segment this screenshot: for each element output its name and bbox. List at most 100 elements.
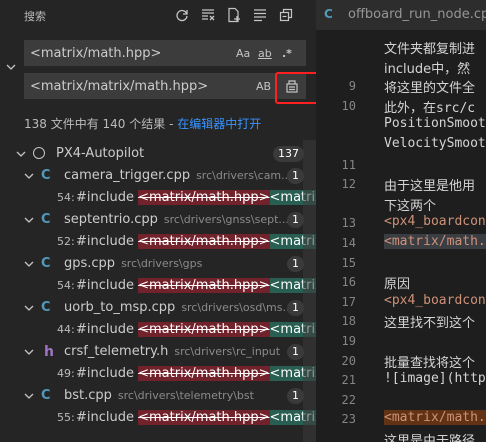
cpp-file-icon: C: [41, 300, 51, 315]
code-line: 此外，在src/c: [384, 101, 476, 116]
match-text: #include <matrix/math.hpp><matrix...: [76, 234, 316, 249]
cpp-file-icon: C: [41, 168, 51, 183]
results-summary: 138 文件中有 140 个结果 - 在编辑器中打开: [24, 115, 261, 132]
match-prefix: #include: [76, 234, 139, 249]
file-name: septentrio.cpp src\drivers\gnss\sept...: [64, 212, 289, 227]
file-path: src\drivers\gnss\sept...: [163, 213, 289, 226]
line-number: 12: [341, 177, 356, 191]
code-line: 原因: [384, 277, 411, 292]
match-prefix: #include: [76, 278, 139, 293]
match-row[interactable]: 49:#include <matrix/math.hpp><matrix...: [0, 363, 316, 385]
match-row[interactable]: 52:#include <matrix/math.hpp><matrix...: [0, 231, 316, 253]
line-number: 19: [341, 334, 356, 348]
file-path: src\drivers\rc_input: [174, 345, 281, 358]
match-text: #include <matrix/math.hpp><matrix...: [76, 410, 316, 425]
file-count-badge: 1: [287, 300, 304, 316]
match-line-number: 52:: [57, 235, 75, 248]
match-removed: <matrix/math.hpp>: [138, 190, 270, 205]
code-line: <matrix/math.: [384, 234, 486, 249]
file-row[interactable]: Cbst.cpp src\drivers\telemetry\bst 1: [0, 385, 316, 407]
file-name: uorb_to_msp.cpp src\drivers\osd\ms...: [64, 300, 293, 315]
cpp-file-icon: C: [324, 7, 333, 21]
preserve-case-toggle[interactable]: AB: [256, 76, 271, 96]
file-name: crsf_telemetry.h src\drivers\rc_input: [64, 344, 280, 359]
line-number: 22: [341, 393, 356, 407]
code-line: include中，然: [384, 62, 471, 77]
match-text: #include <matrix/math.hpp><matrix...: [76, 366, 316, 381]
line-number: 14: [341, 236, 356, 250]
match-line-number: 44:: [57, 323, 75, 336]
chevron-down-icon[interactable]: [22, 389, 36, 403]
match-removed: <matrix/math.hpp>: [138, 278, 270, 293]
chevron-down-icon[interactable]: [4, 60, 18, 74]
line-number: 11: [341, 158, 356, 172]
chevron-down-icon[interactable]: [22, 213, 36, 227]
file-name: camera_trigger.cpp src\drivers\cam...: [64, 168, 292, 183]
scrollbar[interactable]: [303, 140, 316, 442]
match-row[interactable]: 54:#include <matrix/math.hpp><matrix...: [0, 187, 316, 209]
folder-name: PX4-Autopilot: [56, 146, 145, 161]
new-search-editor-icon[interactable]: [224, 5, 244, 25]
file-row[interactable]: Cgps.cpp src\drivers\gps 1: [0, 253, 316, 275]
match-removed: <matrix/math.hpp>: [138, 322, 270, 337]
file-path: src\drivers\telemetry\bst: [117, 389, 254, 402]
match-row[interactable]: 54:#include <matrix/math.hpp><matrix...: [0, 275, 316, 297]
folder-row[interactable]: PX4-Autopilot 137: [0, 143, 316, 165]
search-input[interactable]: [24, 40, 220, 66]
code-line: 将这里的文件全: [384, 81, 476, 96]
file-name-text: bst.cpp: [64, 388, 112, 403]
match-removed: <matrix/math.hpp>: [138, 410, 270, 425]
match-case-toggle[interactable]: Aa: [236, 43, 250, 63]
file-count-badge: 1: [287, 388, 304, 404]
line-number: 18: [341, 314, 356, 328]
search-input-box: Aa ab .*: [24, 40, 306, 66]
line-number: 23: [341, 412, 356, 426]
line-number: 17: [341, 295, 356, 309]
tab-label: offboard_run_node.cpp: [348, 7, 486, 22]
match-prefix: #include: [76, 410, 139, 425]
file-count-badge: 1: [287, 344, 304, 360]
line-number: 20: [341, 354, 356, 368]
match-row[interactable]: 44:#include <matrix/math.hpp><matrix...: [0, 319, 316, 341]
highlight-annotation: [275, 72, 316, 104]
code-line: <px4_boardcon: [384, 214, 486, 229]
match-line-number: 54:: [57, 279, 75, 292]
match-whole-word-toggle[interactable]: ab: [258, 43, 272, 63]
match-text: #include <matrix/math.hpp><matrix...: [76, 278, 316, 293]
match-line-number: 49:: [57, 367, 75, 380]
match-removed: <matrix/math.hpp>: [138, 234, 270, 249]
code-line: PositionSmoot: [384, 116, 486, 131]
file-row[interactable]: Ccamera_trigger.cpp src\drivers\cam... 1: [0, 165, 316, 187]
line-number: 9: [348, 79, 356, 93]
line-number: 21: [341, 373, 356, 387]
match-line-number: 55:: [57, 411, 75, 424]
file-name-text: gps.cpp: [64, 256, 116, 271]
editor-tabbar: C offboard_run_node.cpp: [316, 0, 486, 30]
file-name-text: crsf_telemetry.h: [64, 344, 169, 359]
view-as-tree-icon[interactable]: [250, 5, 270, 25]
use-regex-toggle[interactable]: .*: [282, 43, 292, 63]
match-row[interactable]: 55:#include <matrix/math.hpp><matrix...: [0, 407, 316, 429]
match-text: #include <matrix/math.hpp><matrix...: [76, 322, 316, 337]
collapse-all-icon[interactable]: [276, 5, 296, 25]
editor-tab[interactable]: C offboard_run_node.cpp: [316, 0, 486, 30]
chevron-down-icon[interactable]: [22, 257, 36, 271]
replace-input[interactable]: [24, 73, 220, 99]
file-path: src\drivers\gps: [121, 257, 203, 270]
clear-results-icon[interactable]: [198, 5, 218, 25]
cpp-file-icon: C: [41, 388, 51, 403]
chevron-down-icon[interactable]: [14, 147, 28, 161]
match-line-number: 54:: [57, 191, 75, 204]
line-number-gutter: 9 10 11 12 13 14 15 16 17 18 19 20 21 22 23: [316, 30, 360, 442]
chevron-down-icon[interactable]: [22, 345, 36, 359]
file-row[interactable]: Cuorb_to_msp.cpp src\drivers\osd\ms... 1: [0, 297, 316, 319]
chevron-down-icon[interactable]: [22, 169, 36, 183]
file-row[interactable]: h crsf_telemetry.h src\drivers\rc_input 1: [0, 341, 316, 363]
results-count-text: 138 文件中有 140 个结果 -: [24, 117, 178, 131]
refresh-icon[interactable]: [172, 5, 192, 25]
chevron-down-icon[interactable]: [22, 301, 36, 315]
sidebar-title: 搜索: [24, 10, 46, 23]
code-line: 文件夹都复制进: [384, 42, 476, 57]
file-row[interactable]: Cseptentrio.cpp src\drivers\gnss\sept... 1: [0, 209, 316, 231]
open-in-editor-link[interactable]: 在编辑器中打开: [177, 117, 261, 131]
